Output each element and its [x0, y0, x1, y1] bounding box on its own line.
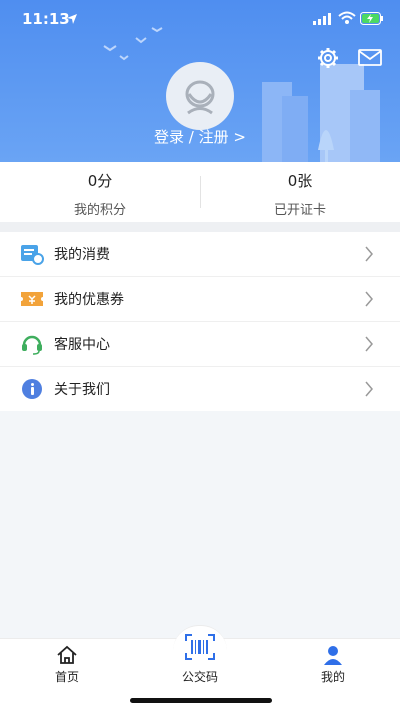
points-stat[interactable]: 0分 我的积分: [0, 170, 200, 218]
points-value: 0分: [87, 172, 113, 190]
default-avatar-icon: [185, 80, 215, 115]
menu-item-customer-service[interactable]: 客服中心: [0, 322, 400, 367]
wifi-icon: [338, 11, 356, 24]
receipt-icon: [21, 245, 44, 265]
tab-home[interactable]: 首页: [27, 645, 107, 685]
tab-label: 首页: [54, 670, 79, 684]
tab-label: 我的: [320, 670, 345, 684]
menu-list: 我的消费 我的优惠券 客服中心 关于我们: [0, 232, 400, 411]
home-indicator: [130, 698, 272, 703]
tab-bus-code[interactable]: 公交码: [160, 625, 240, 685]
coupon-icon: [21, 292, 43, 306]
info-icon: [22, 379, 42, 399]
battery-icon: [360, 12, 383, 25]
chevron-right-icon: [365, 336, 373, 352]
chevron-right-icon: [365, 291, 373, 307]
menu-item-consumption[interactable]: 我的消费: [0, 232, 400, 277]
cards-stat[interactable]: 0张 已开证卡: [200, 170, 400, 218]
menu-item-coupons[interactable]: 我的优惠券: [0, 277, 400, 322]
avatar[interactable]: [166, 62, 234, 130]
user-icon: [324, 646, 342, 665]
stats-panel: 0分 我的积分 0张 已开证卡: [0, 162, 400, 222]
settings-gear-icon[interactable]: [317, 47, 339, 69]
login-register-link[interactable]: 登录 / 注册 >: [0, 126, 400, 147]
menu-label: 客服中心: [54, 337, 110, 353]
tab-me[interactable]: 我的: [293, 645, 373, 685]
status-time: 11:13: [22, 10, 70, 28]
bus-code-button: [173, 625, 227, 668]
menu-label: 我的消费: [54, 247, 110, 263]
chevron-right-icon: [365, 246, 373, 262]
section-gap: [0, 222, 400, 232]
menu-label: 关于我们: [54, 382, 110, 398]
mail-icon[interactable]: [358, 49, 382, 67]
cards-label: 已开证卡: [273, 203, 326, 218]
chevron-right-icon: [365, 381, 373, 397]
location-arrow-icon: [67, 14, 77, 24]
cards-value: 0张: [287, 172, 313, 190]
profile-header: 11:13 登录 / 注册 >: [0, 0, 400, 162]
menu-item-about-us[interactable]: 关于我们: [0, 367, 400, 411]
points-label: 我的积分: [73, 203, 126, 218]
menu-label: 我的优惠券: [54, 292, 124, 308]
headset-icon: [22, 335, 42, 355]
barcode-scan-icon: [185, 634, 215, 660]
tab-label: 公交码: [181, 670, 218, 684]
status-bar: 11:13: [0, 0, 400, 38]
signal-icon: [313, 13, 331, 25]
home-icon: [57, 645, 77, 664]
